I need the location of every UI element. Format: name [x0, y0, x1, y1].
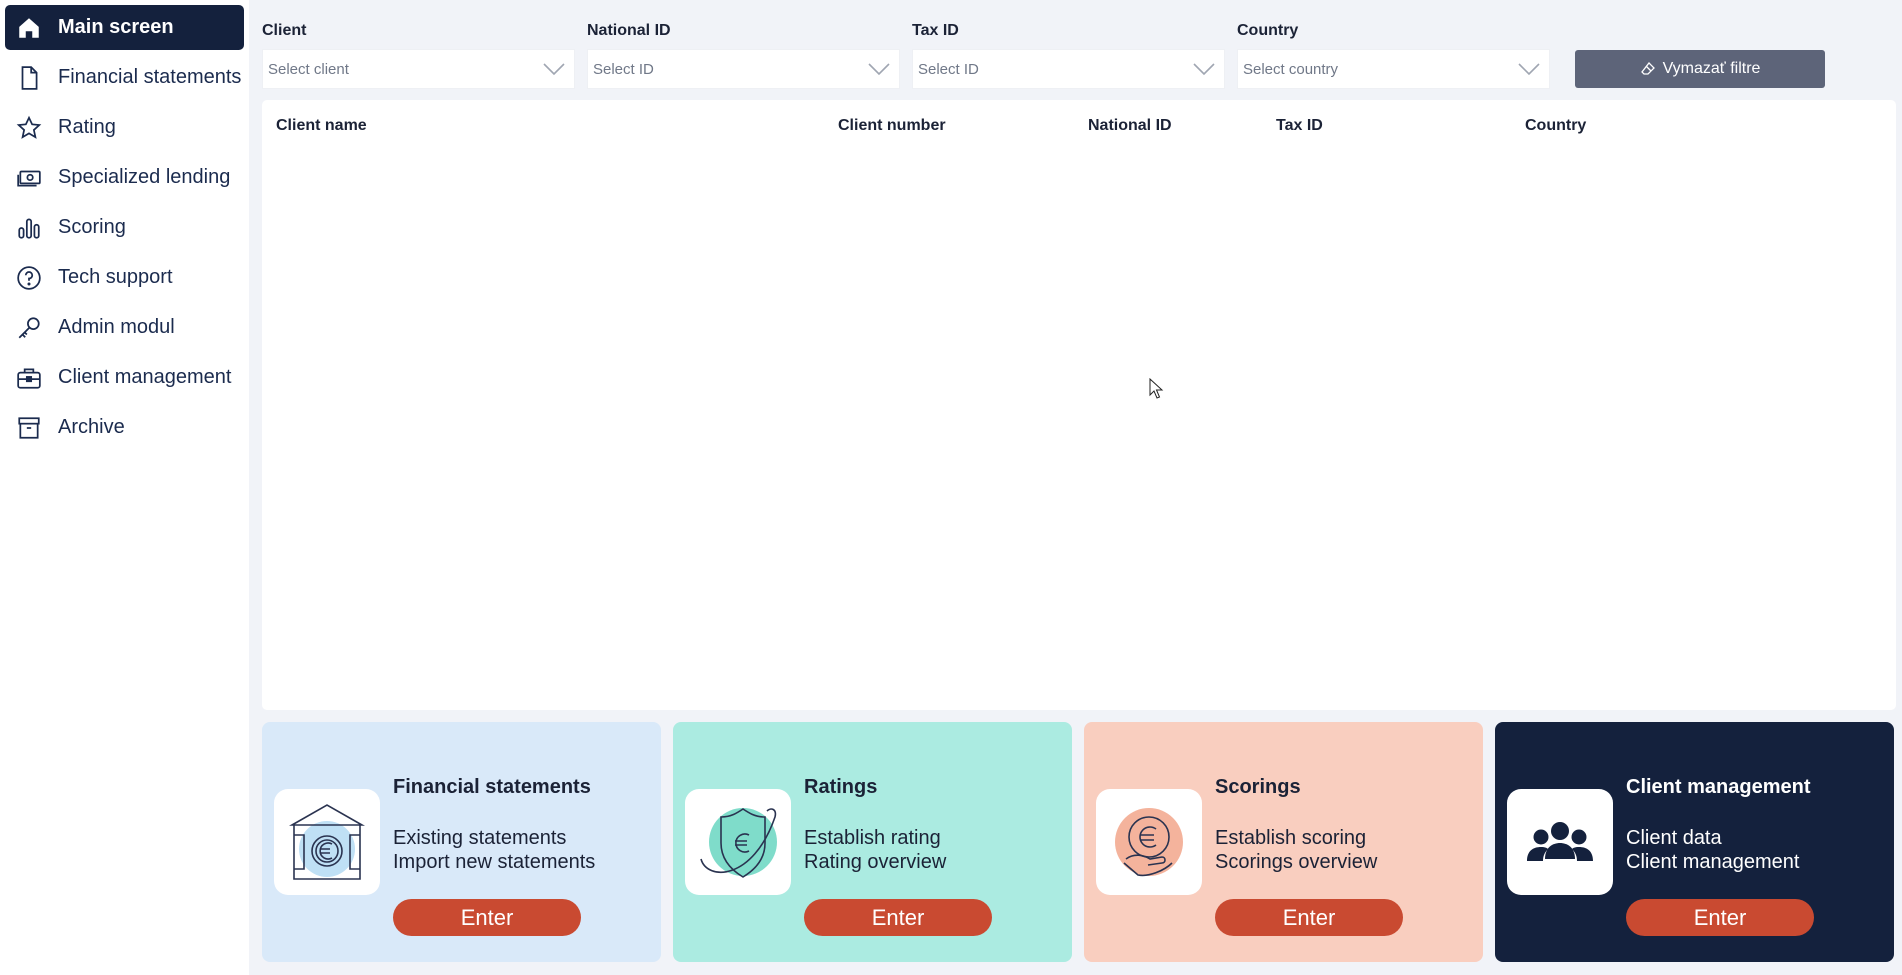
card-title: Scorings: [1215, 776, 1301, 798]
column-header-country[interactable]: Country: [1525, 117, 1586, 135]
client-filter-label: Client: [262, 22, 307, 39]
sidebar-item-tech-support[interactable]: Tech support: [5, 255, 244, 300]
building-euro-icon: [274, 789, 380, 895]
tax-id-select[interactable]: Select ID: [912, 49, 1225, 89]
key-icon: [15, 314, 43, 342]
document-icon: [15, 64, 43, 92]
national-id-filter-label: National ID: [587, 22, 671, 39]
card-financial-statements: Financial statements Existing statements…: [262, 722, 661, 962]
card-link-existing-statements[interactable]: Existing statements: [393, 827, 566, 850]
enter-button[interactable]: Enter: [393, 899, 581, 936]
column-header-client-number[interactable]: Client number: [838, 117, 946, 135]
column-header-national-id[interactable]: National ID: [1088, 117, 1172, 135]
sidebar-item-label: Main screen: [58, 16, 174, 38]
table-header: Client name Client number National ID Ta…: [262, 100, 1896, 152]
chevron-down-icon: [543, 63, 565, 76]
enter-button[interactable]: Enter: [1215, 899, 1403, 936]
shield-euro-icon: [685, 789, 791, 895]
star-icon: [15, 114, 43, 142]
card-title: Ratings: [804, 776, 878, 798]
card-client-management: Client management Client data Client man…: [1495, 722, 1894, 962]
country-filter-label: Country: [1237, 22, 1299, 39]
clear-filters-label: Vymazať filtre: [1662, 60, 1761, 77]
sidebar-item-label: Tech support: [58, 266, 173, 288]
sidebar-item-admin-modul[interactable]: Admin modul: [5, 305, 244, 350]
card-title: Client management: [1626, 776, 1811, 798]
sidebar-item-specialized-lending[interactable]: Specialized lending: [5, 155, 244, 200]
chevron-down-icon: [1193, 63, 1215, 76]
bar-chart-icon: [15, 214, 43, 242]
client-select-placeholder: Select client: [268, 60, 349, 78]
module-cards: Financial statements Existing statements…: [262, 722, 1896, 962]
sidebar-item-label: Archive: [58, 416, 125, 438]
sidebar-item-label: Client management: [58, 366, 232, 388]
chevron-down-icon: [868, 63, 890, 76]
sidebar-item-label: Scoring: [58, 216, 126, 238]
sidebar-item-label: Specialized lending: [58, 166, 231, 188]
card-scorings: Scorings Establish scoring Scorings over…: [1084, 722, 1483, 962]
country-select-placeholder: Select country: [1243, 60, 1339, 78]
enter-button[interactable]: Enter: [1626, 899, 1814, 936]
card-link-scorings-overview[interactable]: Scorings overview: [1215, 851, 1377, 874]
country-filter: Country Select country: [1237, 22, 1550, 89]
national-id-filter: National ID Select ID: [587, 22, 900, 89]
main-content: Client Select client National ID Select …: [249, 0, 1902, 975]
sidebar-item-label: Rating: [58, 116, 116, 138]
card-ratings: Ratings Establish rating Rating overview…: [673, 722, 1072, 962]
country-select[interactable]: Select country: [1237, 49, 1550, 89]
tax-id-filter: Tax ID Select ID: [912, 22, 1225, 89]
clients-table: Client name Client number National ID Ta…: [262, 100, 1896, 710]
enter-button[interactable]: Enter: [804, 899, 992, 936]
client-select[interactable]: Select client: [262, 49, 575, 89]
banknote-icon: [15, 164, 43, 192]
sidebar-item-financial-statements[interactable]: Financial statements: [5, 55, 244, 100]
home-icon: [15, 14, 43, 42]
sidebar-item-label: Financial statements: [58, 66, 242, 88]
sidebar-item-label: Admin modul: [58, 316, 175, 338]
sidebar-item-main-screen[interactable]: Main screen: [5, 5, 244, 50]
sidebar: Main screen Financial statements Rating …: [0, 0, 249, 975]
card-title: Financial statements: [393, 776, 591, 798]
sidebar-item-scoring[interactable]: Scoring: [5, 205, 244, 250]
sidebar-item-client-management[interactable]: Client management: [5, 355, 244, 400]
card-link-client-management[interactable]: Client management: [1626, 851, 1799, 874]
client-filter: Client Select client: [262, 22, 575, 89]
archive-icon: [15, 414, 43, 442]
column-header-client-name[interactable]: Client name: [276, 117, 367, 135]
column-header-tax-id[interactable]: Tax ID: [1276, 117, 1323, 135]
national-id-select[interactable]: Select ID: [587, 49, 900, 89]
chevron-down-icon: [1518, 63, 1540, 76]
hand-euro-icon: [1096, 789, 1202, 895]
national-id-select-placeholder: Select ID: [593, 60, 654, 78]
eraser-icon: [1640, 62, 1655, 75]
clear-filters-button[interactable]: Vymazať filtre: [1575, 50, 1825, 88]
tax-id-select-placeholder: Select ID: [918, 60, 979, 78]
briefcase-icon: [15, 364, 43, 392]
card-link-import-statements[interactable]: Import new statements: [393, 851, 595, 874]
card-link-rating-overview[interactable]: Rating overview: [804, 851, 946, 874]
card-link-establish-scoring[interactable]: Establish scoring: [1215, 827, 1366, 850]
mouse-cursor-icon: [1149, 378, 1164, 399]
users-icon: [1507, 789, 1613, 895]
sidebar-item-archive[interactable]: Archive: [5, 405, 244, 450]
filter-bar: Client Select client National ID Select …: [262, 22, 1882, 92]
card-link-client-data[interactable]: Client data: [1626, 827, 1722, 850]
help-circle-icon: [15, 264, 43, 292]
card-link-establish-rating[interactable]: Establish rating: [804, 827, 941, 850]
tax-id-filter-label: Tax ID: [912, 22, 959, 39]
sidebar-item-rating[interactable]: Rating: [5, 105, 244, 150]
